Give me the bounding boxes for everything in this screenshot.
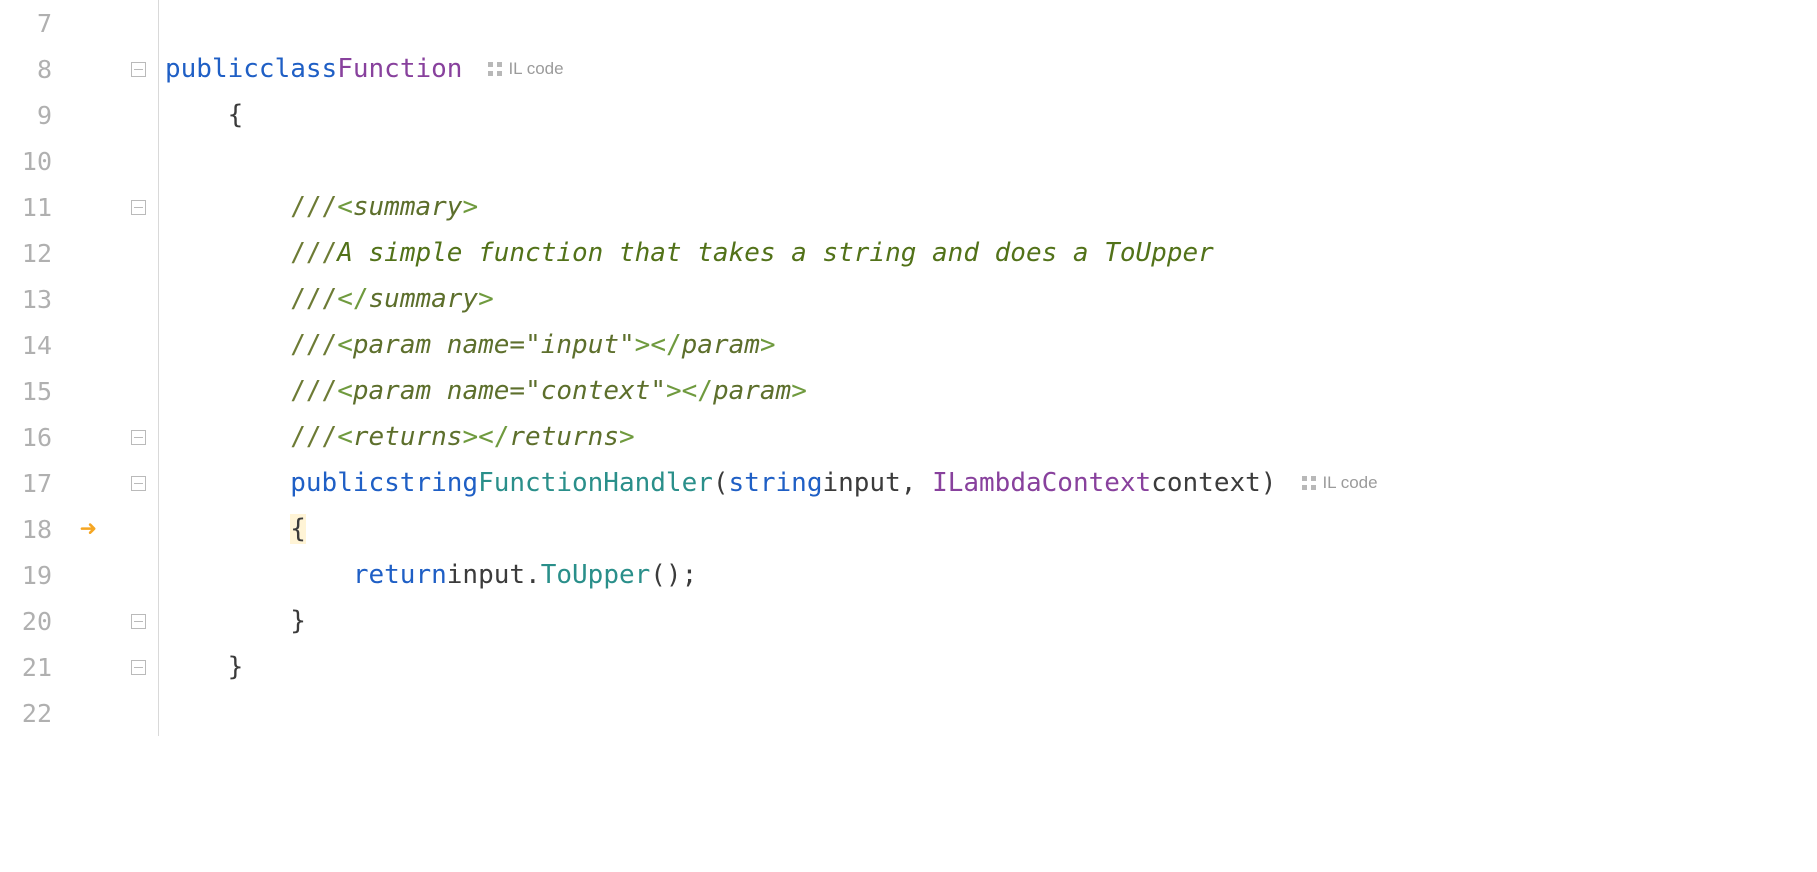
comma: , — [901, 468, 932, 498]
code-line[interactable]: /// </summary> — [159, 276, 1817, 322]
doc-slashes: /// — [290, 330, 337, 360]
code-line[interactable]: } — [159, 644, 1817, 690]
brace: } — [228, 652, 244, 682]
line-number: 13 — [0, 285, 58, 314]
line-number: 16 — [0, 423, 58, 452]
il-code-hint[interactable]: IL code — [1302, 473, 1377, 493]
keyword: return — [353, 560, 447, 590]
indent — [165, 284, 290, 314]
method-name: FunctionHandler — [478, 468, 713, 498]
keyword: public — [290, 468, 384, 498]
doc-slashes: /// — [290, 238, 337, 268]
line-number: 12 — [0, 239, 58, 268]
code-editor: 7 8 9 10 11 12 13 14 15 16 17 18 ➜ 19 20… — [0, 0, 1817, 736]
doc-tag: <returns></returns> — [337, 422, 634, 452]
line-number: 21 — [0, 653, 58, 682]
il-icon — [488, 62, 502, 76]
fold-toggle[interactable] — [131, 614, 146, 629]
code-line[interactable]: /// <param name="input"></param> — [159, 322, 1817, 368]
fold-toggle[interactable] — [131, 660, 146, 675]
indent — [165, 238, 290, 268]
code-line[interactable]: { — [159, 506, 1817, 552]
line-number: 10 — [0, 147, 58, 176]
doc-tag: <summary> — [337, 192, 478, 222]
indent — [165, 468, 290, 498]
line-number: 22 — [0, 699, 58, 728]
fold-toggle[interactable] — [131, 430, 146, 445]
doc-tag: <param name="input"></param> — [337, 330, 775, 360]
il-code-hint[interactable]: IL code — [488, 59, 563, 79]
doc-tag: <param name="context"></param> — [337, 376, 807, 406]
code-line[interactable] — [159, 138, 1817, 184]
code-line[interactable]: return input.ToUpper(); — [159, 552, 1817, 598]
doc-slashes: /// — [290, 376, 337, 406]
code-line[interactable] — [159, 690, 1817, 736]
line-number: 11 — [0, 193, 58, 222]
indent — [165, 422, 290, 452]
type: string — [384, 468, 478, 498]
line-number: 17 — [0, 469, 58, 498]
line-number: 8 — [0, 55, 58, 84]
line-number: 9 — [0, 101, 58, 130]
indent — [165, 192, 290, 222]
dot: . — [525, 560, 541, 590]
indent — [165, 652, 228, 682]
indent — [165, 606, 290, 636]
line-number: 15 — [0, 377, 58, 406]
brace: } — [290, 606, 306, 636]
brace: { — [290, 514, 306, 544]
doc-slashes: /// — [290, 422, 337, 452]
code-line[interactable]: /// <summary> — [159, 184, 1817, 230]
line-number: 14 — [0, 331, 58, 360]
doc-tag: </summary> — [337, 284, 494, 314]
line-number: 18 — [0, 515, 58, 544]
method-call: ToUpper — [541, 560, 651, 590]
type: ILambdaContext — [932, 468, 1151, 498]
indent — [165, 330, 290, 360]
code-line[interactable]: public class Function IL code — [159, 46, 1817, 92]
keyword: public — [165, 54, 259, 84]
code-line[interactable]: } — [159, 598, 1817, 644]
code-line[interactable]: { — [159, 92, 1817, 138]
gutter: 7 8 9 10 11 12 13 14 15 16 17 18 ➜ 19 20… — [0, 0, 159, 736]
fold-toggle[interactable] — [131, 200, 146, 215]
type: string — [729, 468, 823, 498]
doc-slashes: /// — [290, 192, 337, 222]
indent — [165, 560, 353, 590]
code-line[interactable]: /// <param name="context"></param> — [159, 368, 1817, 414]
code-line[interactable]: /// A simple function that takes a strin… — [159, 230, 1817, 276]
fold-toggle[interactable] — [131, 476, 146, 491]
indent — [165, 100, 228, 130]
il-code-label: IL code — [1322, 473, 1377, 493]
semicolon: ; — [682, 560, 698, 590]
paren: ) — [1261, 468, 1277, 498]
il-code-label: IL code — [508, 59, 563, 79]
line-number: 19 — [0, 561, 58, 590]
code-line[interactable] — [159, 0, 1817, 46]
brace: { — [228, 100, 244, 130]
code-line[interactable]: public string FunctionHandler(string inp… — [159, 460, 1817, 506]
indent — [165, 376, 290, 406]
line-number: 7 — [0, 9, 58, 38]
il-icon — [1302, 476, 1316, 490]
code-line[interactable]: /// <returns></returns> — [159, 414, 1817, 460]
doc-text: A simple function that takes a string an… — [337, 238, 1214, 268]
param-name: input — [822, 468, 900, 498]
keyword: class — [259, 54, 337, 84]
identifier: input — [447, 560, 525, 590]
code-area[interactable]: public class Function IL code { /// <sum… — [159, 0, 1817, 736]
parens: () — [650, 560, 681, 590]
fold-toggle[interactable] — [131, 62, 146, 77]
line-number: 20 — [0, 607, 58, 636]
paren: ( — [713, 468, 729, 498]
param-name: context — [1151, 468, 1261, 498]
doc-slashes: /// — [290, 284, 337, 314]
indent — [165, 514, 290, 544]
class-name: Function — [337, 54, 462, 84]
